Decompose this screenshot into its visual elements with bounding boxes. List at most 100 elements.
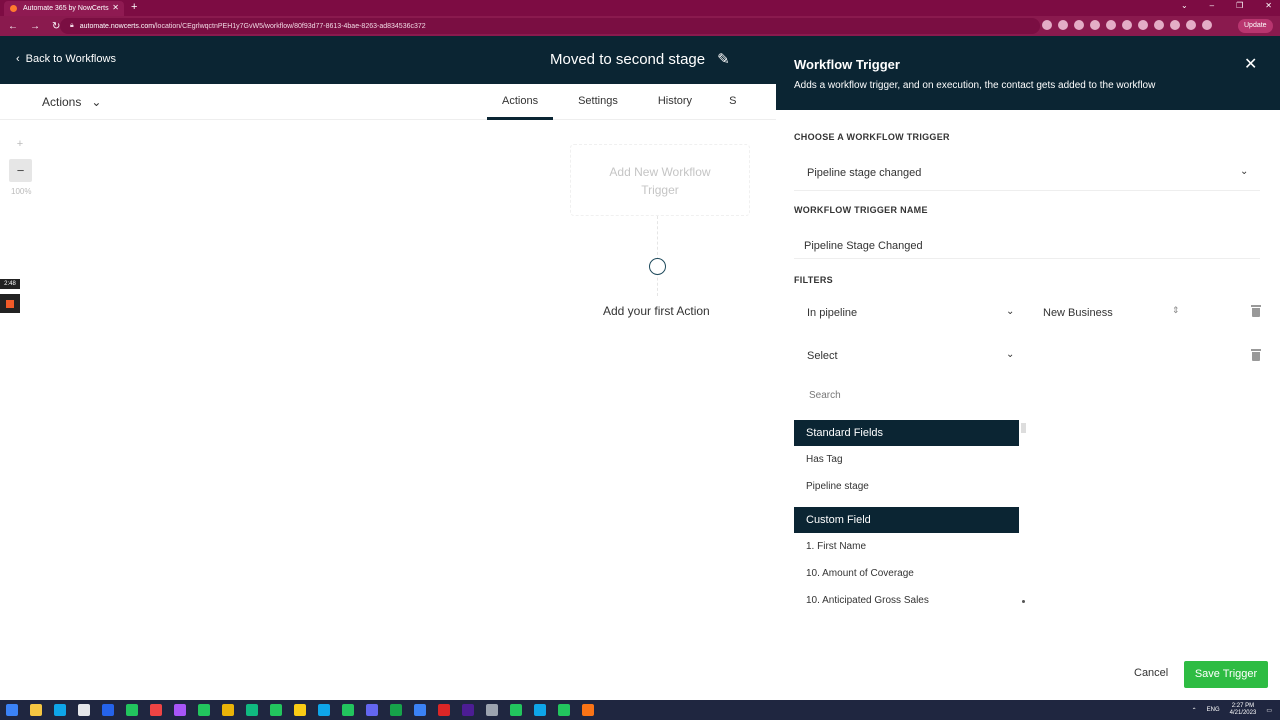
extension-icon[interactable] bbox=[1154, 20, 1164, 30]
option-has-tag[interactable]: Has Tag bbox=[806, 454, 843, 465]
back-to-workflows-link[interactable]: ‹ Back to Workflows bbox=[16, 53, 116, 65]
recorder-time: 2:48 bbox=[0, 279, 20, 289]
file-explorer-icon[interactable] bbox=[30, 704, 42, 716]
chrome-icon[interactable] bbox=[390, 704, 402, 716]
filter-field-select[interactable]: In pipeline bbox=[807, 307, 857, 319]
tab-partial[interactable]: S bbox=[707, 84, 751, 120]
cancel-button[interactable]: Cancel bbox=[1134, 667, 1168, 679]
premiere-icon[interactable] bbox=[462, 704, 474, 716]
lang-indicator[interactable]: ENG bbox=[1207, 707, 1220, 713]
skype-icon[interactable] bbox=[318, 704, 330, 716]
chrome-icon[interactable] bbox=[174, 704, 186, 716]
chrome-icon[interactable] bbox=[270, 704, 282, 716]
recorder-app-icon[interactable] bbox=[582, 704, 594, 716]
tab-settings[interactable]: Settings bbox=[553, 84, 633, 120]
option-anticipated-gross-sales[interactable]: 10. Anticipated Gross Sales bbox=[806, 595, 929, 606]
app-icon[interactable] bbox=[534, 704, 546, 716]
panel-subtitle: Adds a workflow trigger, and on executio… bbox=[794, 80, 1156, 91]
back-arrow-icon[interactable]: ← bbox=[8, 21, 18, 32]
sticky-notes-icon[interactable] bbox=[294, 704, 306, 716]
url-input[interactable]: 🔒︎ automate.nowcerts.com /location/CEgrl… bbox=[60, 18, 1040, 34]
chevron-down-icon[interactable]: ⌄ bbox=[1006, 306, 1014, 317]
app-icon[interactable] bbox=[438, 704, 450, 716]
chevron-down-icon[interactable]: ⌄ bbox=[1181, 1, 1188, 10]
option-amount-of-coverage[interactable]: 10. Amount of Coverage bbox=[806, 568, 914, 579]
extension-icon[interactable] bbox=[1090, 20, 1100, 30]
url-path: /location/CEgrlwqctnPEH1y7GvW5/workflow/… bbox=[154, 22, 426, 30]
zoom-out-button[interactable]: − bbox=[9, 159, 32, 182]
tab-history[interactable]: History bbox=[633, 84, 707, 120]
filter-field-select-2[interactable]: Select bbox=[807, 350, 838, 362]
close-window-icon[interactable]: ✕ bbox=[1265, 1, 1272, 10]
divider bbox=[794, 190, 1260, 191]
extension-icon[interactable] bbox=[1122, 20, 1132, 30]
zoom-in-button[interactable]: + bbox=[10, 134, 30, 154]
trigger-name-label: WORKFLOW TRIGGER NAME bbox=[794, 205, 928, 215]
trigger-panel-body bbox=[776, 110, 1280, 700]
maximize-icon[interactable]: ❐ bbox=[1236, 1, 1243, 10]
chrome-icon[interactable] bbox=[150, 704, 162, 716]
share-icon[interactable] bbox=[1058, 20, 1068, 30]
chrome-icon[interactable] bbox=[342, 704, 354, 716]
extension-icon[interactable] bbox=[1138, 20, 1148, 30]
dropdown-search-input[interactable]: Search bbox=[809, 390, 841, 401]
zoom-level: 100% bbox=[11, 187, 32, 196]
pencil-icon[interactable]: ✎ bbox=[717, 50, 730, 68]
trigger-select[interactable]: Pipeline stage changed bbox=[807, 167, 921, 179]
add-first-action-label[interactable]: Add your first Action bbox=[603, 304, 710, 318]
actions-dropdown-label: Actions bbox=[42, 95, 82, 109]
actions-dropdown[interactable]: Actions ⌄ bbox=[42, 95, 101, 109]
trigger-panel-header bbox=[776, 36, 1280, 110]
profile-avatar[interactable] bbox=[1202, 20, 1212, 30]
option-pipeline-stage[interactable]: Pipeline stage bbox=[806, 481, 869, 492]
app-icon[interactable] bbox=[414, 704, 426, 716]
chrome-icon[interactable] bbox=[126, 704, 138, 716]
group-standard-fields: Standard Fields bbox=[794, 420, 1019, 446]
dropdown-scrollbar[interactable] bbox=[1021, 423, 1026, 433]
close-tab-icon[interactable]: ✕ bbox=[112, 3, 119, 12]
lock-icon: 🔒︎ bbox=[70, 22, 74, 29]
trash-icon[interactable] bbox=[1251, 305, 1261, 317]
app-icon[interactable] bbox=[246, 704, 258, 716]
app-icon[interactable] bbox=[486, 704, 498, 716]
chrome-icon[interactable] bbox=[558, 704, 570, 716]
trigger-name-input[interactable]: Pipeline Stage Changed bbox=[804, 240, 923, 252]
add-action-icon[interactable]: ⊕ bbox=[649, 258, 666, 275]
edge-icon[interactable] bbox=[54, 704, 66, 716]
browser-tab[interactable]: Automate 365 by NowCerts ✕ bbox=[4, 1, 124, 16]
stop-recording-button[interactable] bbox=[0, 294, 20, 313]
clock-date: 4/21/2023 bbox=[1229, 710, 1257, 716]
tab-actions[interactable]: Actions bbox=[487, 84, 554, 120]
new-tab-icon[interactable]: + bbox=[131, 1, 137, 13]
star-icon[interactable] bbox=[1074, 20, 1084, 30]
trash-icon[interactable] bbox=[1251, 349, 1261, 361]
sort-arrows-icon[interactable]: ⇕ bbox=[1172, 305, 1180, 316]
zoom-icon[interactable] bbox=[1042, 20, 1052, 30]
nav-buttons: ← → ↻ bbox=[0, 21, 64, 32]
chevron-up-icon[interactable]: ⌃ bbox=[1192, 707, 1197, 714]
clock[interactable]: 2:27 PM 4/21/2023 bbox=[1230, 703, 1257, 717]
chevron-down-icon[interactable]: ⌄ bbox=[1006, 349, 1014, 360]
chevron-down-icon[interactable]: ⌄ bbox=[1240, 166, 1248, 177]
filter-value-select[interactable]: New Business bbox=[1043, 307, 1113, 319]
chrome-icon[interactable] bbox=[78, 704, 90, 716]
chrome-icon[interactable] bbox=[198, 704, 210, 716]
sidebar-icon[interactable] bbox=[1186, 20, 1196, 30]
add-trigger-card[interactable]: Add New Workflow Trigger bbox=[570, 144, 750, 216]
minimize-icon[interactable]: – bbox=[1210, 1, 1214, 10]
windows-start-icon[interactable] bbox=[6, 704, 18, 716]
update-button[interactable]: Update bbox=[1238, 19, 1273, 33]
option-first-name[interactable]: 1. First Name bbox=[806, 541, 866, 552]
chrome-icon[interactable] bbox=[510, 704, 522, 716]
zoom-app-icon[interactable] bbox=[102, 704, 114, 716]
puzzle-icon[interactable] bbox=[1170, 20, 1180, 30]
address-bar-row: ← → ↻ 🔒︎ automate.nowcerts.com /location… bbox=[0, 16, 1280, 36]
notification-icon[interactable]: ▭ bbox=[1266, 707, 1272, 714]
app-icon[interactable] bbox=[366, 704, 378, 716]
chevron-left-icon: ‹ bbox=[16, 53, 20, 65]
extension-icon[interactable] bbox=[1106, 20, 1116, 30]
forward-arrow-icon[interactable]: → bbox=[30, 21, 40, 32]
chrome-icon[interactable] bbox=[222, 704, 234, 716]
save-trigger-button[interactable]: Save Trigger bbox=[1184, 661, 1268, 688]
close-icon[interactable]: ✕ bbox=[1244, 54, 1257, 74]
